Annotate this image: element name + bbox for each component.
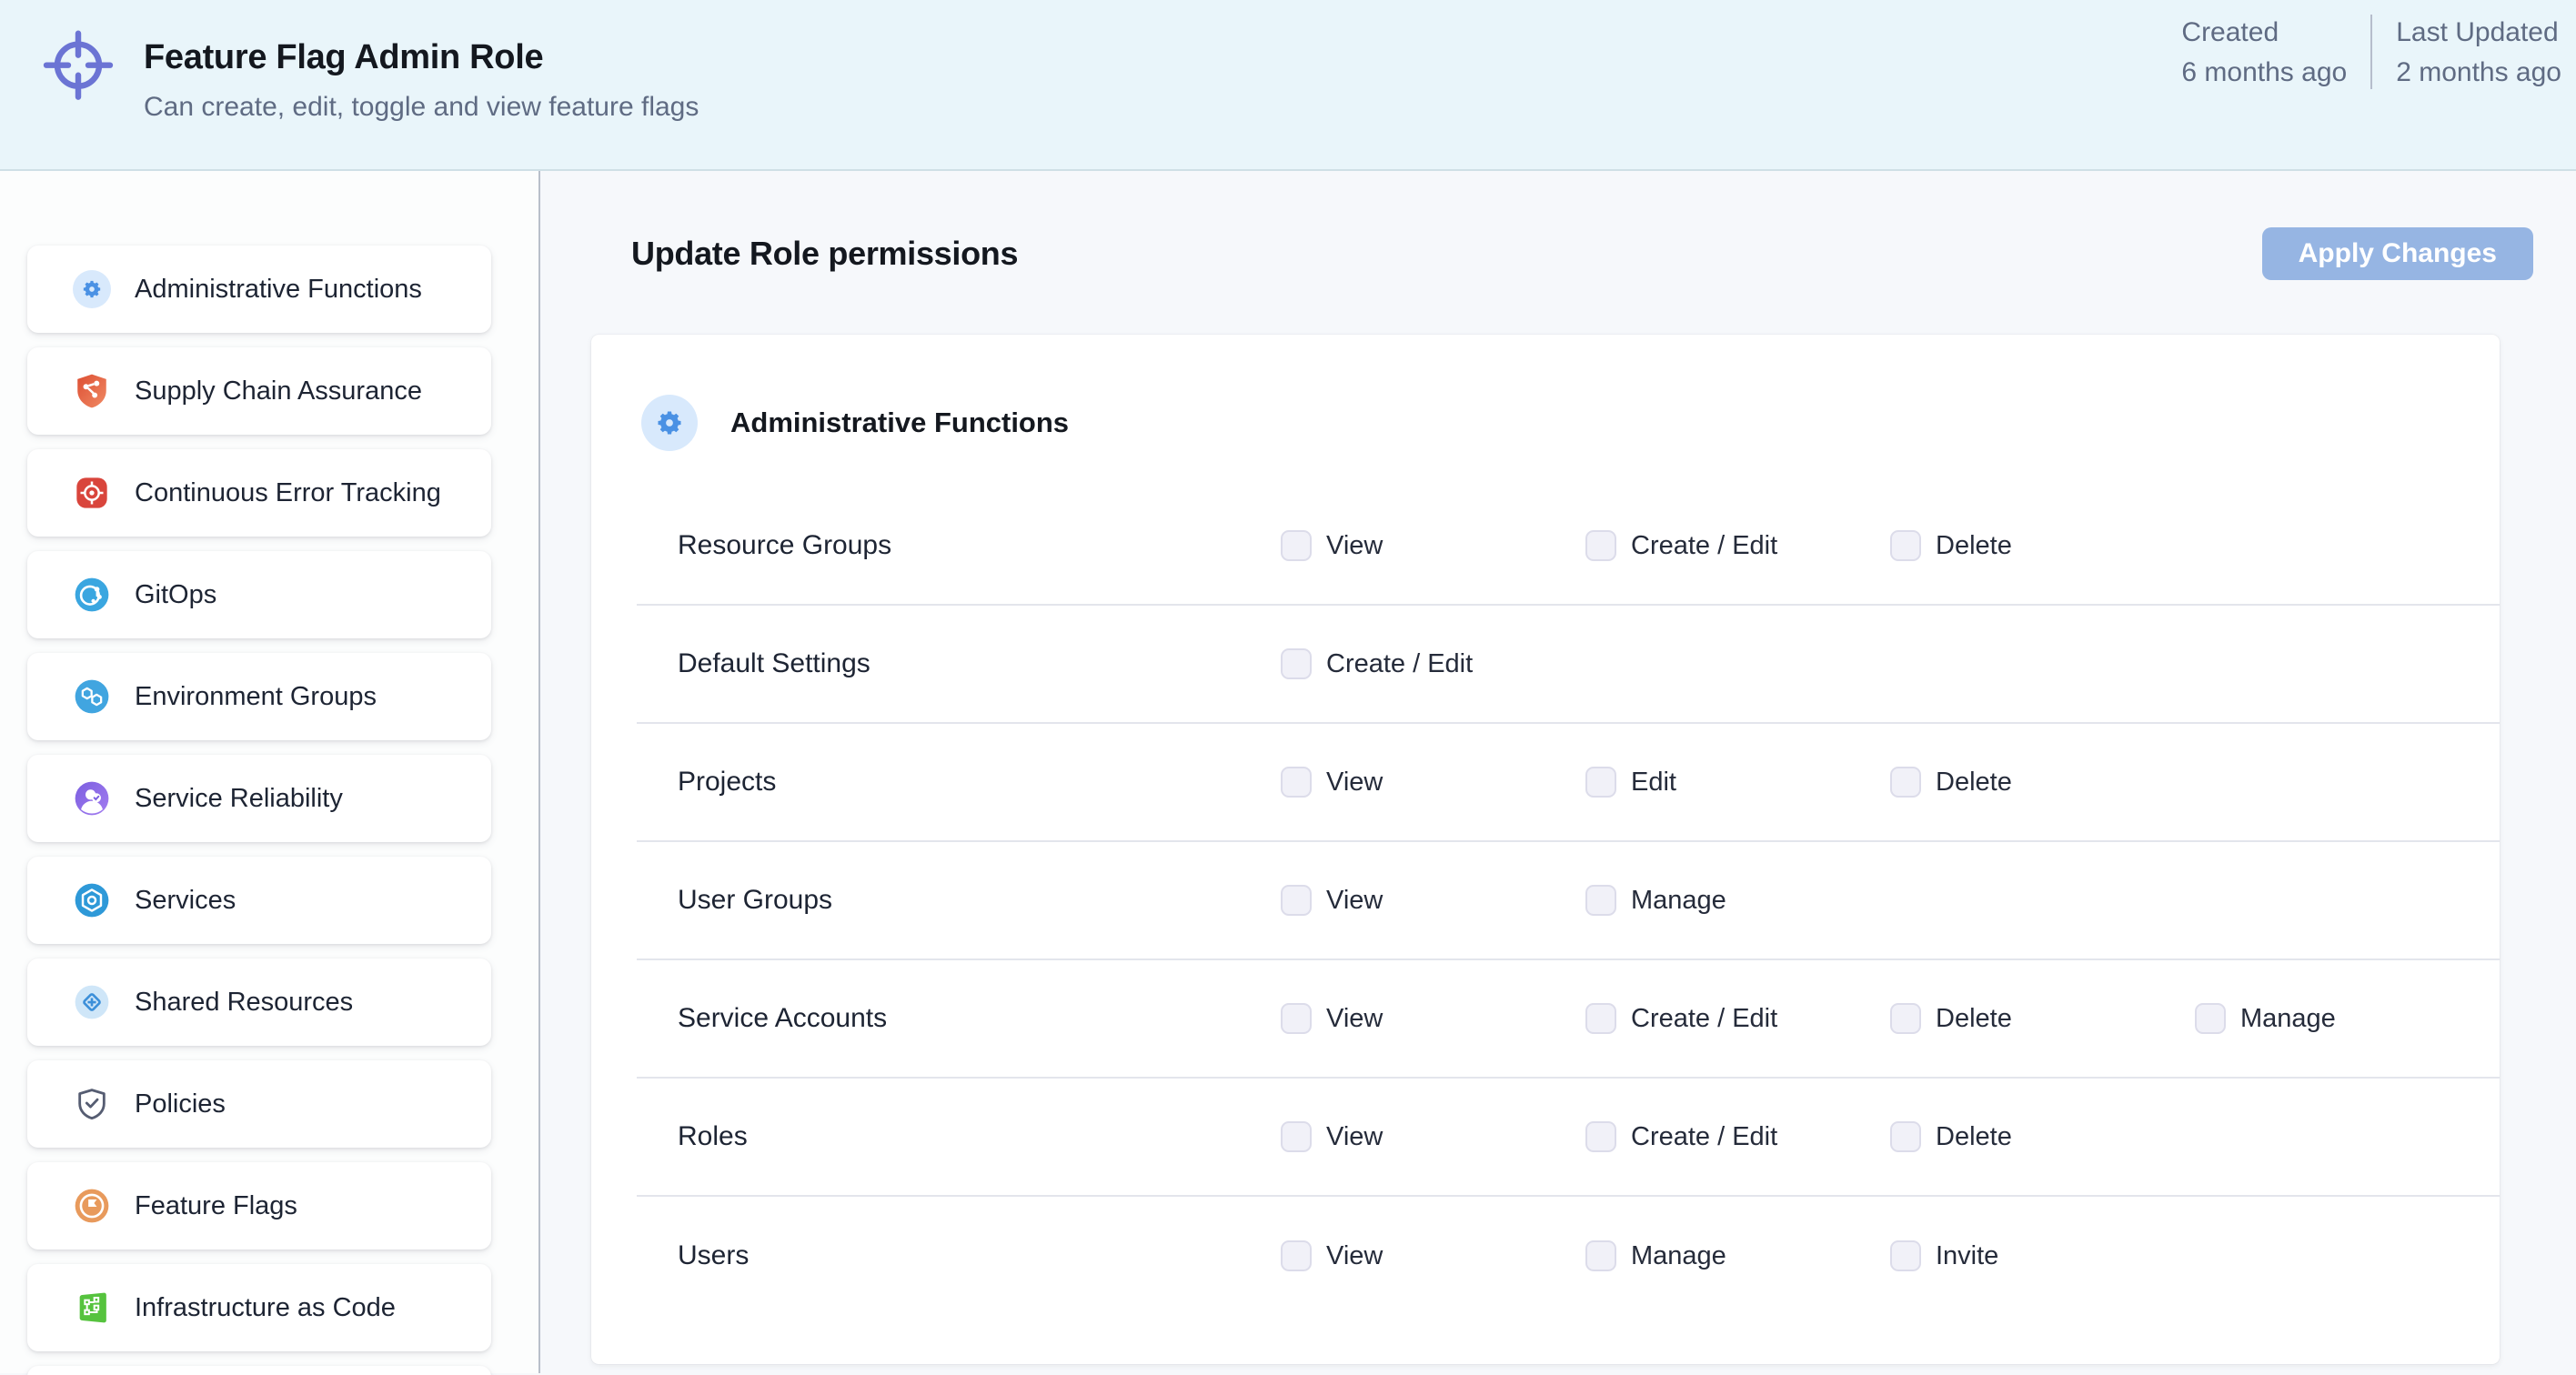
created-value: 6 months ago bbox=[2181, 53, 2347, 93]
sidebar-item-environment-groups[interactable]: Environment Groups bbox=[27, 653, 491, 740]
last-updated-label: Last Updated bbox=[2396, 13, 2561, 53]
checkbox-projects-delete[interactable] bbox=[1890, 767, 1921, 798]
checkbox-resource-groups-view[interactable] bbox=[1281, 530, 1312, 561]
sidebar-item-shared-resources[interactable]: Shared Resources bbox=[27, 958, 491, 1046]
permission-option-roles-create-edit[interactable]: Create / Edit bbox=[1585, 1121, 1890, 1152]
resource-name: Service Accounts bbox=[678, 1003, 1281, 1034]
checkbox-service-accounts-view[interactable] bbox=[1281, 1003, 1312, 1034]
checkbox-users-invite[interactable] bbox=[1890, 1240, 1921, 1271]
permission-option-projects-view[interactable]: View bbox=[1281, 767, 1585, 798]
permission-option-service-accounts-create-edit[interactable]: Create / Edit bbox=[1585, 1003, 1890, 1034]
node-tree-icon bbox=[73, 1289, 111, 1327]
permission-option-user-groups-manage[interactable]: Manage bbox=[1585, 885, 1890, 916]
checkbox-roles-view[interactable] bbox=[1281, 1121, 1312, 1152]
person-check-icon bbox=[73, 779, 111, 818]
sidebar-item-partial[interactable] bbox=[27, 1366, 491, 1375]
checkbox-service-accounts-delete[interactable] bbox=[1890, 1003, 1921, 1034]
sidebar-item-service-reliability[interactable]: Service Reliability bbox=[27, 755, 491, 842]
main-heading: Update Role permissions bbox=[631, 235, 1018, 273]
permission-option-service-accounts-view[interactable]: View bbox=[1281, 1003, 1585, 1034]
main-panel: Update Role permissions Apply Changes Ad… bbox=[540, 171, 2576, 1373]
role-target-icon bbox=[36, 20, 120, 108]
page-title: Feature Flag Admin Role bbox=[144, 38, 699, 77]
shield-check-icon bbox=[73, 1085, 111, 1123]
permission-option-roles-delete[interactable]: Delete bbox=[1890, 1121, 2195, 1152]
permission-row-resource-groups: Resource Groups View Create / Edit Delet… bbox=[637, 487, 2500, 606]
sidebar-item-continuous-error-tracking[interactable]: Continuous Error Tracking bbox=[27, 449, 491, 537]
checkbox-user-groups-manage[interactable] bbox=[1585, 885, 1616, 916]
sidebar-item-feature-flags[interactable]: Feature Flags bbox=[27, 1162, 491, 1250]
section-title: Administrative Functions bbox=[730, 406, 1069, 439]
created-label: Created bbox=[2181, 13, 2347, 53]
checkbox-users-manage[interactable] bbox=[1585, 1240, 1616, 1271]
globe-git-icon bbox=[73, 576, 111, 614]
checkbox-roles-create-edit[interactable] bbox=[1585, 1121, 1616, 1152]
permission-row-default-settings: Default Settings Create / Edit bbox=[637, 606, 2500, 724]
resource-name: Users bbox=[678, 1240, 1281, 1271]
sidebar-item-gitops[interactable]: GitOps bbox=[27, 551, 491, 638]
meta-divider bbox=[2370, 15, 2372, 89]
sidebar-item-administrative-functions[interactable]: Administrative Functions bbox=[27, 246, 491, 333]
created-meta: Created 6 months ago bbox=[2181, 13, 2347, 92]
sidebar-item-infrastructure-as-code[interactable]: Infrastructure as Code bbox=[27, 1264, 491, 1351]
last-updated-meta: Last Updated 2 months ago bbox=[2396, 13, 2561, 92]
resource-name: Resource Groups bbox=[678, 530, 1281, 561]
hexagon-nut-icon bbox=[73, 881, 111, 919]
shield-branch-icon bbox=[73, 372, 111, 410]
diamond-grid-icon bbox=[73, 983, 111, 1021]
last-updated-value: 2 months ago bbox=[2396, 53, 2561, 93]
permission-option-resource-groups-delete[interactable]: Delete bbox=[1890, 530, 2195, 561]
checkbox-resource-groups-delete[interactable] bbox=[1890, 530, 1921, 561]
checkbox-projects-view[interactable] bbox=[1281, 767, 1312, 798]
gear-icon bbox=[73, 270, 111, 308]
sidebar-item-policies[interactable]: Policies bbox=[27, 1060, 491, 1148]
resource-name: Default Settings bbox=[678, 648, 1281, 679]
permission-row-roles: Roles View Create / Edit Delete bbox=[637, 1079, 2500, 1197]
permission-row-user-groups: User Groups View Manage bbox=[637, 842, 2500, 960]
permission-option-projects-edit[interactable]: Edit bbox=[1585, 767, 1890, 798]
hexagons-icon bbox=[73, 677, 111, 716]
permission-option-users-manage[interactable]: Manage bbox=[1585, 1240, 1890, 1271]
permission-row-service-accounts: Service Accounts View Create / Edit Dele… bbox=[637, 960, 2500, 1079]
apply-changes-button[interactable]: Apply Changes bbox=[2262, 227, 2533, 280]
permissions-card: Administrative Functions Resource Groups… bbox=[591, 335, 2500, 1364]
checkbox-users-view[interactable] bbox=[1281, 1240, 1312, 1271]
role-meta: Created 6 months ago Last Updated 2 mont… bbox=[2181, 13, 2561, 92]
resource-name: User Groups bbox=[678, 885, 1281, 916]
permission-option-resource-groups-create-edit[interactable]: Create / Edit bbox=[1585, 530, 1890, 561]
permission-option-users-invite[interactable]: Invite bbox=[1890, 1240, 2195, 1271]
permission-option-service-accounts-manage[interactable]: Manage bbox=[2195, 1003, 2500, 1034]
permission-option-projects-delete[interactable]: Delete bbox=[1890, 767, 2195, 798]
sidebar-item-services[interactable]: Services bbox=[27, 857, 491, 944]
permission-option-roles-view[interactable]: View bbox=[1281, 1121, 1585, 1152]
checkbox-service-accounts-create-edit[interactable] bbox=[1585, 1003, 1616, 1034]
checkbox-projects-edit[interactable] bbox=[1585, 767, 1616, 798]
permission-option-service-accounts-delete[interactable]: Delete bbox=[1890, 1003, 2195, 1034]
permission-row-projects: Projects View Edit Delete bbox=[637, 724, 2500, 842]
page-subtitle: Can create, edit, toggle and view featur… bbox=[144, 92, 699, 123]
permission-option-users-view[interactable]: View bbox=[1281, 1240, 1585, 1271]
resource-name: Roles bbox=[678, 1121, 1281, 1152]
target-square-icon bbox=[73, 474, 111, 512]
resource-sidebar: Administrative Functions Supply Chain As… bbox=[0, 171, 540, 1373]
sidebar-item-supply-chain-assurance[interactable]: Supply Chain Assurance bbox=[27, 347, 491, 435]
permission-option-default-settings-create-edit[interactable]: Create / Edit bbox=[1281, 648, 1585, 679]
checkbox-default-settings-create-edit[interactable] bbox=[1281, 648, 1312, 679]
checkbox-resource-groups-create-edit[interactable] bbox=[1585, 530, 1616, 561]
checkbox-user-groups-view[interactable] bbox=[1281, 885, 1312, 916]
resource-name: Projects bbox=[678, 767, 1281, 798]
checkbox-roles-delete[interactable] bbox=[1890, 1121, 1921, 1152]
gear-icon bbox=[641, 395, 698, 451]
flag-icon bbox=[73, 1187, 111, 1225]
permission-option-user-groups-view[interactable]: View bbox=[1281, 885, 1585, 916]
permission-row-users: Users View Manage Invite bbox=[637, 1197, 2500, 1315]
permission-option-resource-groups-view[interactable]: View bbox=[1281, 530, 1585, 561]
page-header: Feature Flag Admin Role Can create, edit… bbox=[0, 0, 2576, 171]
checkbox-service-accounts-manage[interactable] bbox=[2195, 1003, 2226, 1034]
